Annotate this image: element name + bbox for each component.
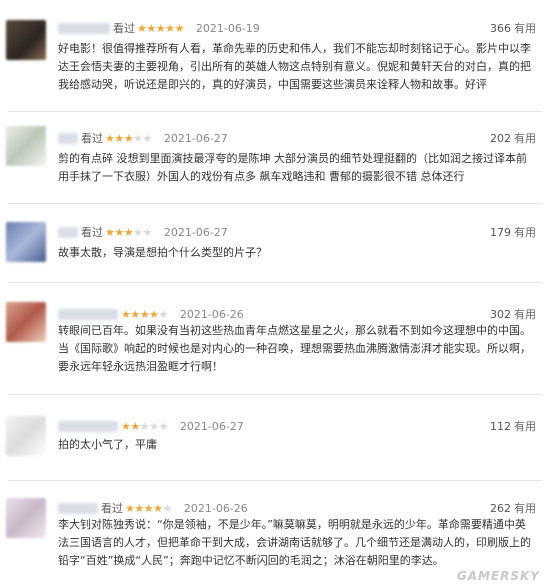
rating-stars: ★★★★★	[125, 502, 172, 515]
star-filled-icon: ★	[134, 501, 144, 515]
username[interactable]	[58, 502, 98, 514]
review-text: 剪的有点碎 没想到里面演技最浮夸的是陈坤 大部分演员的细节处理挺翻的（比如润之接…	[58, 152, 527, 183]
star-filled-icon: ★	[114, 225, 124, 239]
useful-label: 有用	[514, 226, 536, 239]
useful-count: 366	[490, 21, 511, 35]
useful-vote[interactable]: 112 有用	[490, 416, 536, 436]
useful-count: 262	[490, 501, 511, 515]
star-filled-icon: ★	[121, 419, 131, 433]
review-date: 2021-06-27	[163, 225, 228, 239]
rating-stars: ★★★★★	[121, 308, 168, 321]
review-date: 2021-06-26	[183, 501, 248, 515]
star-filled-icon: ★	[165, 21, 175, 35]
star-filled-icon: ★	[146, 21, 156, 35]
useful-count: 302	[490, 307, 511, 321]
divider	[8, 203, 542, 204]
star-filled-icon: ★	[143, 501, 154, 515]
star-filled-icon: ★	[123, 131, 134, 145]
avatar[interactable]	[6, 302, 46, 342]
username[interactable]	[58, 420, 118, 432]
useful-label: 有用	[514, 132, 536, 145]
avatar[interactable]	[6, 20, 46, 60]
review-date: 2021-06-26	[179, 307, 244, 321]
avatar[interactable]	[6, 498, 46, 538]
star-filled-icon: ★	[155, 21, 166, 35]
star-empty-icon: ★	[158, 419, 169, 433]
star-empty-icon: ★	[133, 131, 143, 145]
star-filled-icon: ★	[130, 307, 140, 321]
review-date: 2021-06-19	[195, 21, 260, 35]
rating-stars: ★★★★★	[121, 420, 168, 433]
seen-label: 看过	[101, 502, 123, 515]
rating-stars: ★★★★★	[137, 22, 184, 35]
avatar[interactable]	[6, 416, 46, 456]
useful-vote[interactable]: 179 有用	[490, 222, 536, 242]
review-text: 拍的太小气了，平庸	[58, 438, 157, 451]
divider	[8, 394, 542, 395]
star-filled-icon: ★	[105, 225, 115, 239]
star-filled-icon: ★	[105, 131, 115, 145]
divider	[8, 282, 542, 283]
avatar[interactable]	[6, 126, 46, 166]
divider	[8, 480, 542, 481]
star-empty-icon: ★	[142, 225, 153, 239]
seen-label: 看过	[81, 226, 103, 239]
useful-count: 112	[490, 419, 511, 433]
rating-stars: ★★★★★	[105, 132, 152, 145]
useful-label: 有用	[514, 22, 536, 35]
useful-label: 有用	[514, 502, 536, 515]
seen-label: 看过	[81, 132, 103, 145]
watermark: GAMERSKY	[456, 569, 540, 583]
divider	[8, 111, 542, 112]
star-filled-icon: ★	[121, 307, 131, 321]
username[interactable]	[58, 132, 78, 144]
star-filled-icon: ★	[114, 131, 124, 145]
star-filled-icon: ★	[149, 307, 159, 321]
review-text: 好电影！很值得推荐所有人看，革命先辈的历史和伟人，我们不能忘却时刻铭记于心。影片…	[58, 42, 531, 91]
useful-label: 有用	[514, 420, 536, 433]
star-empty-icon: ★	[158, 307, 169, 321]
username[interactable]	[58, 308, 118, 320]
star-empty-icon: ★	[142, 131, 153, 145]
review-text: 转眼间已百年。如果没有当初这些热血青年点燃这星星之火，那么就看不到如今这理想中的…	[58, 324, 531, 373]
review-text: 李大钊对陈独秀说：“你是领袖，不是少年。”嘛莫嘛莫，明明就是永远的少年。革命需要…	[58, 518, 531, 567]
star-filled-icon: ★	[125, 501, 135, 515]
useful-vote[interactable]: 366 有用	[490, 18, 536, 38]
star-empty-icon: ★	[162, 501, 173, 515]
review-text: 故事太散，导演是想拍个什么类型的片子？	[58, 246, 267, 259]
star-filled-icon: ★	[123, 225, 134, 239]
seen-label: 看过	[113, 22, 135, 35]
useful-count: 202	[490, 131, 511, 145]
star-empty-icon: ★	[139, 419, 150, 433]
username[interactable]	[58, 22, 110, 34]
useful-vote[interactable]: 262 有用	[490, 498, 536, 518]
star-empty-icon: ★	[133, 225, 143, 239]
avatar[interactable]	[6, 222, 46, 262]
star-filled-icon: ★	[130, 419, 140, 433]
star-empty-icon: ★	[149, 419, 159, 433]
useful-vote[interactable]: 302 有用	[490, 304, 536, 324]
useful-vote[interactable]: 202 有用	[490, 128, 536, 148]
star-filled-icon: ★	[153, 501, 163, 515]
useful-label: 有用	[514, 308, 536, 321]
username[interactable]	[58, 226, 78, 238]
star-filled-icon: ★	[174, 21, 185, 35]
review-date: 2021-06-27	[163, 131, 228, 145]
useful-count: 179	[490, 225, 511, 239]
star-filled-icon: ★	[137, 21, 147, 35]
review-date: 2021-06-27	[179, 419, 244, 433]
rating-stars: ★★★★★	[105, 226, 152, 239]
star-filled-icon: ★	[139, 307, 150, 321]
